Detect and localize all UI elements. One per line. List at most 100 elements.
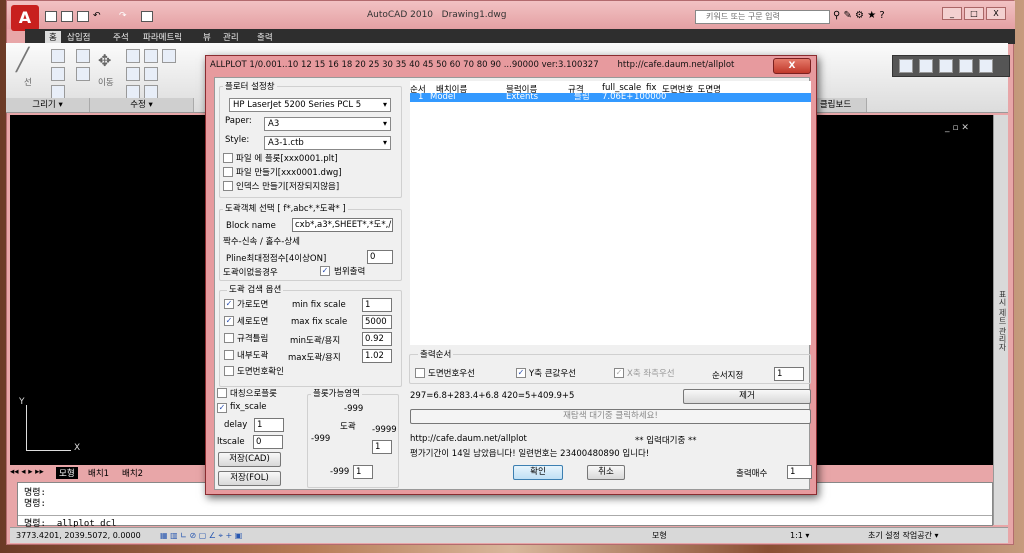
x-left-first-checkbox[interactable]: ✓	[614, 368, 624, 378]
infocenter-icons[interactable]: ⚲ ✎ ⚙ ★ ?	[833, 10, 885, 21]
area-bottom: -999	[330, 467, 350, 477]
circle-icon[interactable]	[51, 67, 65, 81]
copy-icon[interactable]	[162, 49, 176, 63]
drawing-window-controls[interactable]: _ ▫ ✕	[945, 123, 969, 133]
plotter-select[interactable]: HP LaserJet 5200 Series PCL 5	[229, 98, 391, 112]
make-index-checkbox[interactable]	[223, 181, 233, 191]
ss-icon[interactable]	[919, 59, 933, 73]
tab-layout1[interactable]: 배치1	[88, 467, 109, 479]
fillet-icon[interactable]	[144, 67, 158, 81]
tab-home[interactable]: 홈	[45, 31, 61, 43]
maximize-button[interactable]: □	[964, 7, 984, 20]
inner-frame-checkbox[interactable]	[224, 350, 234, 360]
max-ratio-input[interactable]: 1.02	[362, 349, 392, 363]
tab-output[interactable]: 출력	[257, 31, 273, 43]
block-name-input[interactable]: cxb*,a3*,SHEET*,*도*,/	[292, 218, 393, 232]
move-icon[interactable]: ✥	[98, 51, 111, 70]
undo-icon[interactable]: ↶	[93, 11, 105, 22]
waiting-status: ** 입력대기중 **	[635, 436, 697, 446]
drawing-number-first-checkbox[interactable]	[415, 368, 425, 378]
tab-manage[interactable]: 관리	[223, 31, 239, 43]
area-center-label: 도곽	[340, 422, 356, 432]
paper-select[interactable]: A3	[264, 117, 391, 131]
rescan-button[interactable]: 재탐색 대기중 클릭하세요!	[410, 409, 811, 424]
tab-model[interactable]: 모형	[56, 467, 78, 479]
size-formula: 297=6.8+283.4+6.8 420=5+409.9+5	[410, 391, 575, 401]
bb-icon[interactable]	[939, 59, 953, 73]
view-icon[interactable]	[959, 59, 973, 73]
panel-modify[interactable]: 수정 ▾	[90, 98, 194, 112]
save-fol-button[interactable]: 저장(FOL)	[218, 471, 281, 486]
symmetric-checkbox[interactable]	[217, 388, 227, 398]
paper-label: Paper:	[225, 116, 252, 126]
array-icon[interactable]	[144, 85, 158, 99]
tab-annotate[interactable]: 주석	[113, 31, 129, 43]
area-right-input[interactable]: 1	[372, 440, 392, 454]
redo-icon[interactable]: ↷	[119, 11, 131, 22]
pline-input[interactable]: 0	[367, 250, 393, 264]
close-button[interactable]: X	[986, 7, 1006, 20]
dialog-title-url: http://cafe.daum.net/allplot	[617, 60, 735, 70]
rectangle-icon[interactable]	[76, 49, 90, 63]
command-history-line: 명령:	[24, 499, 46, 509]
plot-icon[interactable]	[141, 11, 153, 22]
dialog-close-button[interactable]: X	[773, 58, 811, 74]
save-cad-button[interactable]: 저장(CAD)	[218, 452, 281, 467]
area-bottom-input[interactable]: 1	[353, 465, 373, 479]
delay-label: delay	[224, 420, 248, 430]
landscape-checkbox[interactable]: ✓	[224, 299, 234, 309]
style-select[interactable]: A3-1.ctb	[264, 136, 391, 150]
make-file-checkbox[interactable]	[223, 167, 233, 177]
copies-input[interactable]: 1	[787, 465, 812, 479]
list-row[interactable]: 1 Model Extents 틀림 7.06E+ 100000	[410, 93, 811, 102]
drawing-number-checkbox[interactable]	[224, 366, 234, 376]
model-button[interactable]: 모형	[652, 528, 667, 543]
rec-icon[interactable]	[979, 59, 993, 73]
rotate-icon[interactable]	[126, 49, 140, 63]
remove-button[interactable]: 제거	[683, 389, 811, 404]
plot-to-file-checkbox[interactable]	[223, 153, 233, 163]
application-menu-button[interactable]: A	[11, 5, 39, 31]
portrait-checkbox[interactable]: ✓	[224, 316, 234, 326]
style-label: Style:	[225, 135, 250, 145]
size-mismatch-checkbox[interactable]	[224, 333, 234, 343]
search-input[interactable]: 키워드 또는 구문 입력	[695, 10, 830, 24]
arc-icon[interactable]	[51, 85, 65, 99]
minimize-button[interactable]: _	[942, 7, 962, 20]
drafting-toggles[interactable]: ▦ ▥ ∟ ⊘ ▢ ∠ ⌖ + ▣	[160, 528, 242, 543]
fix-scale-checkbox[interactable]: ✓	[217, 403, 227, 413]
new-icon[interactable]	[45, 11, 57, 22]
tab-insert[interactable]: 삽입점	[67, 31, 90, 43]
max-fix-scale-input[interactable]: 5000	[362, 315, 392, 329]
delay-input[interactable]: 1	[254, 418, 284, 432]
ltscale-input[interactable]: 0	[253, 435, 283, 449]
mirror-icon[interactable]	[126, 67, 140, 81]
sheet-set-manager-label[interactable]: 표시 제트 관리자	[997, 290, 1008, 351]
y-desc-first-checkbox[interactable]: ✓	[516, 368, 526, 378]
open-icon[interactable]	[61, 11, 73, 22]
trim-icon[interactable]	[144, 49, 158, 63]
panel-draw[interactable]: 그리기 ▾	[6, 98, 90, 112]
tab-parametric[interactable]: 파라메트릭	[143, 31, 182, 43]
order-assign-input[interactable]: 1	[774, 367, 804, 381]
website-link[interactable]: http://cafe.daum.net/allplot	[410, 434, 527, 444]
cancel-button[interactable]: 취소	[587, 465, 625, 480]
plotter-group-label: 플로터 설정창	[223, 80, 277, 92]
frame-select-label: 도곽객체 선택 [ f*,abc*,*도곽* ]	[223, 202, 348, 214]
ok-button[interactable]: 확인	[513, 465, 563, 480]
hatch-icon[interactable]	[76, 67, 90, 81]
allplot-icon[interactable]	[899, 59, 913, 73]
workspace-switch[interactable]: 초기 설정 작업공간 ▾	[868, 528, 939, 543]
layout-list[interactable]: 순서 배치이름 블럭이름 규격 full_scale fix 도면번호_도면명 …	[410, 81, 811, 345]
move-label: 이동	[98, 78, 114, 88]
annotation-scale[interactable]: 1:1 ▾	[790, 528, 809, 543]
range-output-checkbox[interactable]: ✓	[320, 266, 330, 276]
tab-layout2[interactable]: 배치2	[122, 467, 143, 479]
min-fix-scale-input[interactable]: 1	[362, 298, 392, 312]
min-ratio-input[interactable]: 0.92	[362, 332, 392, 346]
polyline-icon[interactable]	[51, 49, 65, 63]
line-icon[interactable]: ╱	[16, 48, 29, 73]
erase-icon[interactable]	[126, 85, 140, 99]
save-icon[interactable]	[77, 11, 89, 22]
tab-view[interactable]: 뷰	[203, 31, 211, 43]
